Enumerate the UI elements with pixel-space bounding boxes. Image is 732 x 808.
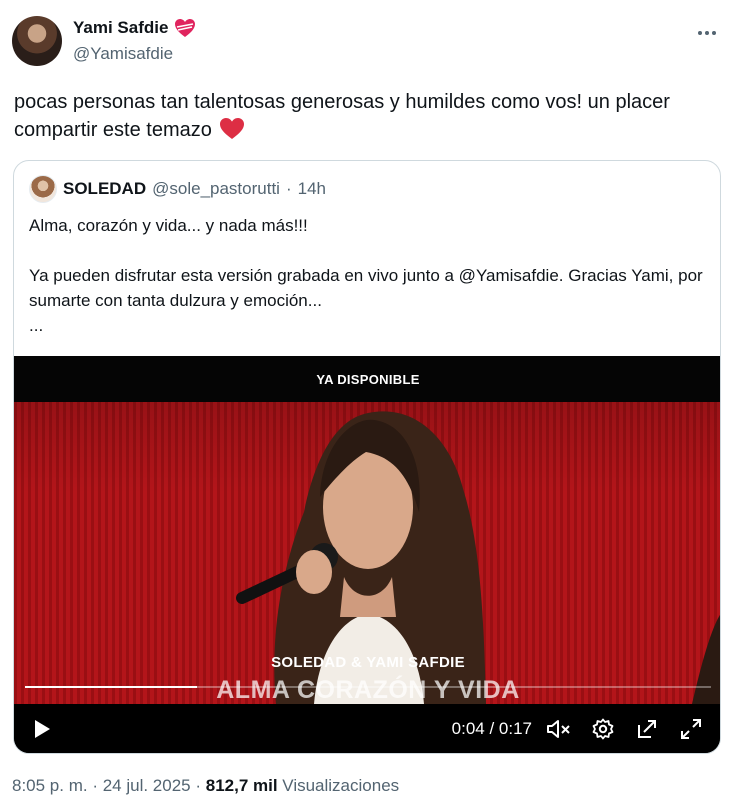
post-time[interactable]: 8:05 p. m. [12, 776, 88, 795]
quoted-author-handle: @sole_pastorutti [152, 179, 280, 198]
views-count: 812,7 mil [205, 776, 278, 795]
quoted-timestamp: 14h [297, 179, 326, 198]
red-heart-icon [219, 117, 245, 140]
views-label: Visualizaciones [277, 776, 400, 795]
quoted-tweet-header: SOLEDAD @sole_pastorutti · 14h [29, 175, 326, 203]
pop-out-icon[interactable] [632, 714, 662, 744]
video-time-display: 0:04 / 0:17 [451, 719, 532, 738]
quoted-author-avatar [29, 175, 57, 203]
author-handle[interactable]: @Yamisafdie [73, 44, 173, 64]
author-name-row: Yami Safdie [73, 18, 196, 38]
video-caption-artists: SOLEDAD & YAMI SAFDIE [271, 654, 465, 671]
heart-ribbon-icon [174, 18, 196, 38]
video-player[interactable]: YA DISPONIBLE SOLEDAD & YAMI SAFDIE ALMA… [14, 356, 720, 753]
separator-dot: · [285, 179, 292, 198]
author-display-name[interactable]: Yami Safdie [73, 18, 168, 38]
quoted-author-name: SOLEDAD [63, 179, 147, 198]
video-banner: YA DISPONIBLE [14, 356, 720, 402]
tweet-text-body: pocas personas tan talentosas generosas … [14, 91, 670, 141]
quoted-tweet-text: Alma, corazón y vida... y nada más!!! Ya… [29, 216, 703, 335]
tweet-text: pocas personas tan talentosas generosas … [14, 88, 694, 144]
settings-gear-icon[interactable] [588, 714, 618, 744]
play-icon[interactable] [27, 714, 57, 744]
more-options-icon[interactable] [696, 22, 718, 44]
quoted-tweet-card[interactable]: SOLEDAD @sole_pastorutti · 14h Alma, cor… [13, 160, 721, 754]
mute-icon[interactable] [544, 714, 574, 744]
meta-separator: · [190, 776, 206, 795]
meta-separator: · [87, 776, 103, 795]
video-progress-bar[interactable] [25, 686, 711, 688]
tweet-metadata: 8:05 p. m. · 24 jul. 2025 · 812,7 mil Vi… [12, 776, 399, 796]
fullscreen-icon[interactable] [676, 714, 706, 744]
tweet-header: Yami Safdie @Yamisafdie [12, 14, 720, 70]
post-date[interactable]: 24 jul. 2025 [103, 776, 191, 795]
video-controls: 0:04 / 0:17 [14, 704, 720, 753]
video-progress-fill [25, 686, 197, 688]
author-avatar[interactable] [12, 16, 62, 66]
video-caption-title: ALMA CORAZÓN Y VIDA [216, 676, 520, 704]
